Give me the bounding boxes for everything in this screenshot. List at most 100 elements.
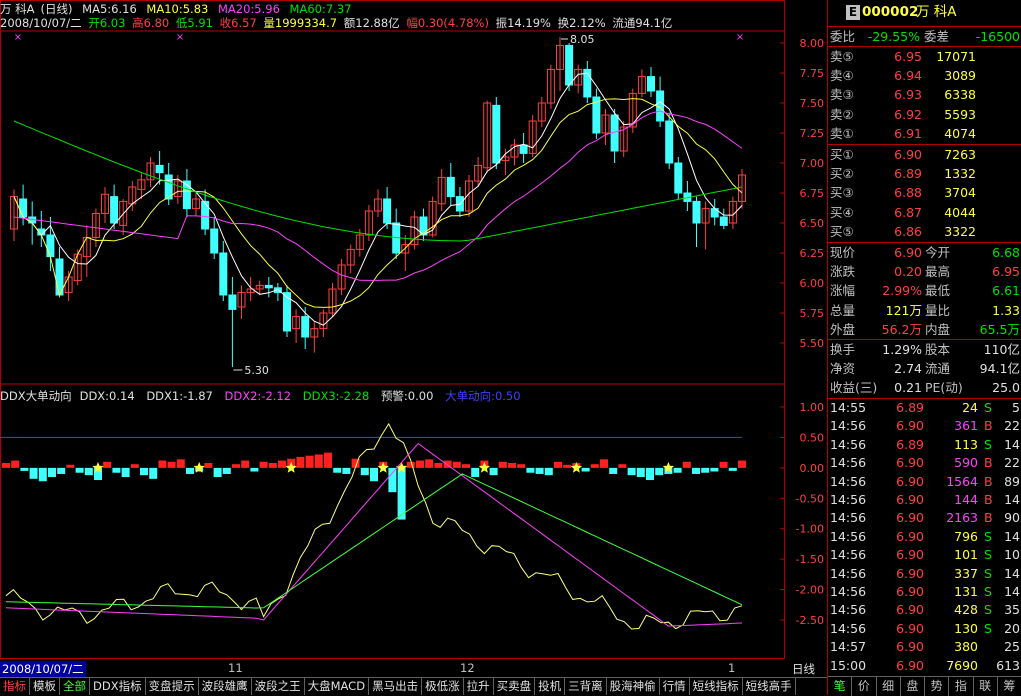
ddx-bar-negative bbox=[701, 467, 710, 473]
price-axis-label: 8.00 bbox=[800, 37, 825, 50]
ma20-value: MA20:5.96 bbox=[217, 2, 280, 16]
ddx-bar-positive bbox=[508, 462, 516, 468]
bids-row[interactable]: 买② 6.89 1332 bbox=[828, 164, 1021, 183]
ddx-bar-negative bbox=[544, 467, 553, 476]
ddx-bar-positive bbox=[434, 462, 443, 468]
ddx-bar-positive bbox=[314, 454, 323, 468]
ddx-bar-positive bbox=[241, 460, 250, 468]
ddx3-value: DDX3:-2.28 bbox=[302, 389, 370, 403]
indicator-tab-6[interactable]: 波段之王 bbox=[251, 678, 305, 695]
alert-value: 预警:0.00 bbox=[380, 389, 434, 403]
quote-tab-6[interactable]: 联 bbox=[974, 677, 998, 696]
asks-row[interactable]: 卖④ 6.94 3089 bbox=[828, 66, 1021, 85]
quote-panel-tabs: 笔价细盘势指联筹 bbox=[828, 676, 1021, 696]
tick-row: 14:56 6.90 101 S 10 bbox=[828, 546, 1021, 564]
tick-time: 14:56 bbox=[830, 436, 867, 452]
tick-count: 90 bbox=[1004, 510, 1020, 526]
ddx-bar-negative bbox=[57, 467, 66, 474]
indicator-tab-10[interactable]: 拉升 bbox=[463, 678, 494, 695]
candle-body bbox=[647, 76, 655, 92]
indicator-tab-4[interactable]: 变盘提示 bbox=[145, 678, 199, 695]
asks-price: 6.95 bbox=[894, 49, 922, 64]
quote-tab-3[interactable]: 盘 bbox=[901, 677, 925, 696]
tick-time: 14:56 bbox=[830, 492, 867, 507]
bids-price: 6.88 bbox=[894, 185, 922, 201]
indicator-tab-5[interactable]: 波段雄鹰 bbox=[198, 678, 252, 695]
amplitude-value: 振14.19% bbox=[495, 16, 551, 30]
ddx-bar-positive bbox=[158, 460, 167, 468]
indicator-tab-14[interactable]: 股海神偷 bbox=[606, 678, 660, 695]
indicator-tab-9[interactable]: 极低涨 bbox=[422, 678, 464, 695]
indicator-tab-2[interactable]: 全部 bbox=[60, 678, 90, 695]
fund-value: 1.29% bbox=[882, 342, 922, 357]
bids-row[interactable]: 买① 6.90 7263 bbox=[828, 145, 1021, 164]
quote-tab-5[interactable]: 指 bbox=[949, 677, 974, 696]
event-marker: × bbox=[176, 32, 184, 43]
ddx-bar-negative bbox=[692, 467, 700, 474]
indicator-tab-11[interactable]: 买卖盘 bbox=[493, 678, 536, 695]
indicator-tab-1[interactable]: 模板 bbox=[30, 678, 60, 695]
stock-title-row: E 000002 万 科A bbox=[828, 3, 1021, 23]
quote-tab-2[interactable]: 细 bbox=[877, 677, 901, 696]
indicator-tab-7[interactable]: 大盘MACD bbox=[304, 678, 370, 695]
tick-side: S bbox=[984, 565, 992, 581]
asks-volume: 17071 bbox=[936, 49, 976, 64]
indicator-tab-12[interactable]: 投机 bbox=[535, 678, 566, 695]
asks-row[interactable]: 卖⑤ 6.95 17071 bbox=[828, 47, 1021, 66]
ddx-bar-negative bbox=[222, 467, 231, 474]
ddx-bar-negative bbox=[526, 467, 535, 473]
candle-body bbox=[155, 164, 164, 174]
tick-list[interactable]: 14:55 6.89 24 S 5 14:56 6.90 361 B 22 14:56 6.89 113… bbox=[828, 399, 1021, 676]
ask-book: 卖⑤ 6.95 17071 卖④ 6.94 3089 卖③ 6.93 6338 卖② 6.92 559… bbox=[828, 47, 1021, 143]
asks-row[interactable]: 卖① 6.91 4074 bbox=[828, 124, 1021, 143]
indicator-tab-0[interactable]: 指标 bbox=[0, 678, 30, 695]
weibi-value: -29.55% bbox=[867, 29, 920, 44]
indicator-tab-15[interactable]: 行情 bbox=[659, 678, 690, 695]
weicha-value: -16500 bbox=[975, 29, 1020, 44]
bids-row[interactable]: 买④ 6.87 4044 bbox=[828, 203, 1021, 222]
ddx-bar-positive bbox=[563, 464, 572, 468]
tick-price: 6.90 bbox=[896, 584, 924, 599]
quote-label: 现价 bbox=[830, 245, 856, 260]
kline-chart[interactable]: 8.00 7.75 7.50 7.25 7.00 6.75 6.50 6.25 6.00 5.75… bbox=[0, 0, 827, 660]
asks-row[interactable]: 卖② 6.92 5593 bbox=[828, 105, 1021, 124]
tick-time: 14:56 bbox=[830, 565, 867, 581]
asks-row[interactable]: 卖③ 6.93 6338 bbox=[828, 85, 1021, 104]
indicator-tab-3[interactable]: DDX指标 bbox=[90, 678, 146, 695]
ddx-bar-negative bbox=[636, 467, 645, 477]
fund-row: 净资 2.74 流通 94.1亿 bbox=[828, 359, 1021, 378]
quote-tab-7[interactable]: 筹 bbox=[998, 677, 1021, 696]
bids-row[interactable]: 买③ 6.88 3704 bbox=[828, 183, 1021, 202]
ddx-value: DDX:0.14 bbox=[79, 389, 135, 403]
indicator-tab-13[interactable]: 三背离 bbox=[565, 678, 607, 695]
bids-row[interactable]: 买⑤ 6.86 3322 bbox=[828, 222, 1021, 241]
quote-value: 6.61 bbox=[992, 283, 1020, 299]
candle-body bbox=[383, 198, 392, 224]
tick-volume: 131 bbox=[954, 584, 978, 599]
quote-value: 6.95 bbox=[992, 264, 1020, 280]
indicator-tab-8[interactable]: 黑马出击 bbox=[369, 678, 423, 695]
tick-price: 6.90 bbox=[896, 418, 924, 434]
indicator-tab-16[interactable]: 短线指标 bbox=[689, 678, 743, 695]
ddx-bar-negative bbox=[646, 467, 654, 481]
quote-label: 内盘 bbox=[925, 321, 951, 337]
tick-time: 14:56 bbox=[830, 547, 867, 563]
quote-tab-4[interactable]: 势 bbox=[925, 677, 950, 696]
price-axis-label: 6.25 bbox=[800, 247, 825, 260]
quote-tab-0[interactable]: 笔 bbox=[828, 677, 853, 696]
ddx-bar-negative bbox=[250, 467, 259, 472]
tick-row: 14:56 6.90 144 B 14 bbox=[828, 491, 1021, 509]
tick-volume: 24 bbox=[962, 400, 978, 415]
indicator-tab-17[interactable]: 短线高手 bbox=[742, 678, 796, 695]
candle-body bbox=[446, 176, 455, 198]
ddx-bar-negative bbox=[388, 467, 397, 493]
quote-tab-1[interactable]: 价 bbox=[852, 677, 877, 696]
tick-count: 14 bbox=[1004, 436, 1020, 452]
tick-side: B bbox=[984, 492, 993, 507]
ddx-bar-negative bbox=[333, 467, 342, 473]
ddx-bar-positive bbox=[738, 460, 746, 468]
tick-price: 6.90 bbox=[896, 639, 924, 655]
bids-volume: 7263 bbox=[944, 147, 976, 162]
asks-label: 卖② bbox=[830, 106, 854, 122]
month-1-label: 1 bbox=[728, 661, 736, 675]
